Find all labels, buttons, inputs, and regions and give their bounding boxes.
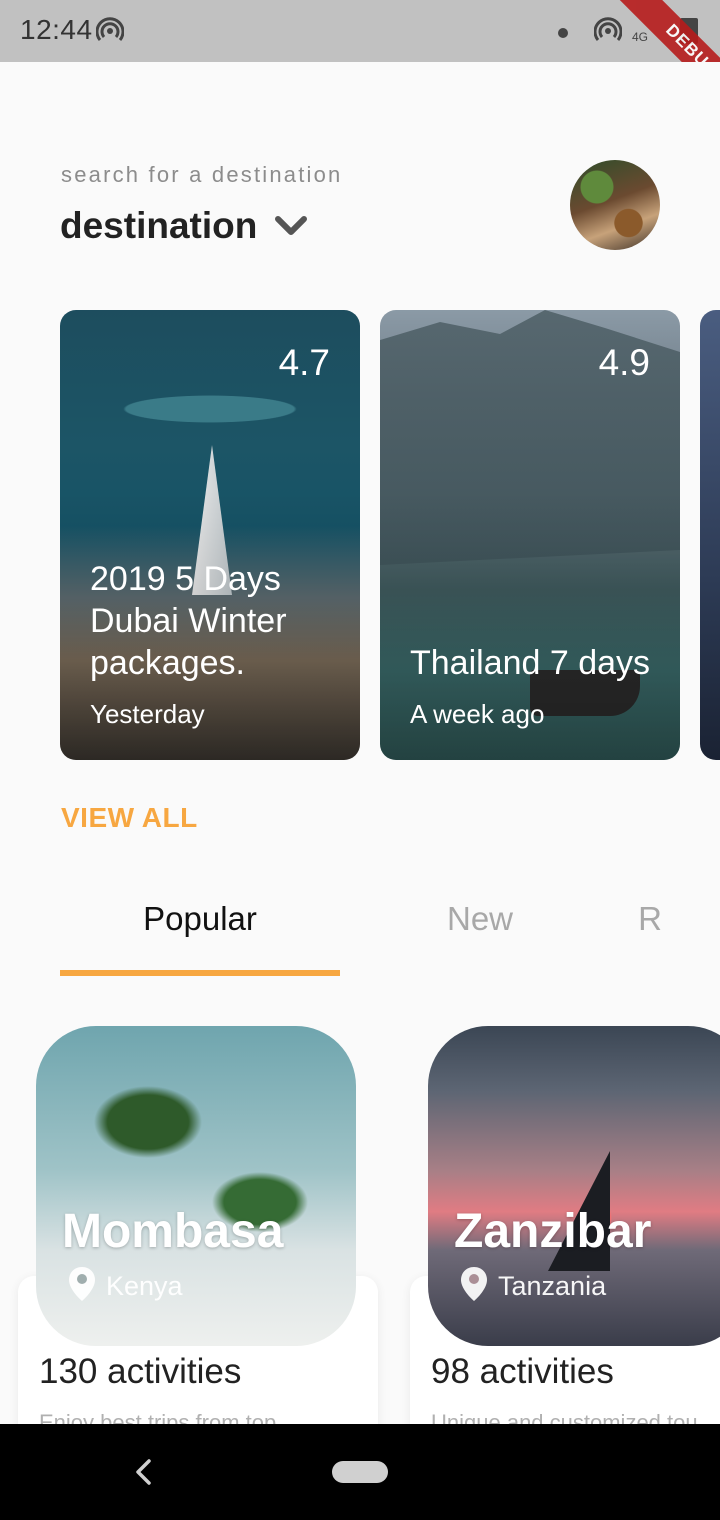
destination-selector[interactable]: destination — [60, 202, 308, 250]
view-all-button[interactable]: VIEW ALL — [61, 802, 198, 834]
tab-popular[interactable]: Popular — [60, 900, 340, 938]
search-hint: search for a destination — [61, 162, 343, 187]
destination-title: destination — [60, 205, 258, 246]
system-nav-bar — [0, 1424, 720, 1520]
network-type: 4G — [632, 30, 649, 44]
tab-partial[interactable]: R — [620, 900, 680, 938]
card-title: 2019 5 Days Dubai Winter packages. — [90, 560, 287, 682]
destination-country: Tanzania — [498, 1271, 607, 1301]
hotspot-icon — [593, 17, 623, 50]
status-bar: 12:44 4G DEBUG — [0, 0, 720, 62]
trip-card-dubai[interactable]: 4.7 2019 5 Days Dubai Winter packages. Y… — [60, 310, 360, 760]
destination-name: Zanzibar — [454, 1205, 652, 1258]
featured-carousel[interactable]: 4.7 2019 5 Days Dubai Winter packages. Y… — [0, 310, 720, 760]
destination-country: Kenya — [106, 1271, 183, 1301]
notification-dot-icon — [558, 28, 568, 38]
card-rating: 4.7 — [278, 342, 330, 383]
status-time: 12:44 — [20, 14, 93, 45]
destination-activities: 98 activities — [431, 1352, 614, 1391]
tab-new[interactable]: New — [340, 900, 620, 938]
destination-location: Tanzania — [460, 1266, 606, 1307]
card-title: Thailand 7 days — [410, 644, 651, 682]
trip-card-partial[interactable] — [700, 310, 720, 760]
card-time: A week ago — [410, 699, 545, 729]
hotspot-icon — [95, 17, 125, 50]
back-icon[interactable] — [132, 1458, 156, 1491]
chevron-down-icon[interactable] — [275, 215, 308, 237]
destination-description: Enjoy best trips from top — [39, 1410, 277, 1424]
card-rating: 4.9 — [598, 342, 650, 383]
destination-name: Mombasa — [62, 1205, 284, 1258]
destinations-list[interactable]: Mombasa Kenya Zanzibar Tanzania 130 acti… — [0, 1026, 720, 1424]
avatar[interactable] — [570, 160, 660, 250]
location-pin-icon — [68, 1266, 96, 1307]
destination-description: Unique and customized tou — [431, 1410, 698, 1424]
destination-image-zanzibar[interactable]: Zanzibar Tanzania — [428, 1026, 720, 1346]
category-tabs: Popular New R — [60, 880, 720, 980]
trip-card-thailand[interactable]: 4.9 Thailand 7 days A week ago — [380, 310, 680, 760]
tab-indicator — [60, 970, 340, 976]
destination-image-mombasa[interactable]: Mombasa Kenya — [36, 1026, 356, 1346]
home-button[interactable] — [332, 1461, 388, 1483]
destination-activities: 130 activities — [39, 1352, 242, 1391]
card-time: Yesterday — [90, 699, 205, 729]
location-pin-icon — [460, 1266, 488, 1307]
destination-location: Kenya — [68, 1266, 183, 1307]
